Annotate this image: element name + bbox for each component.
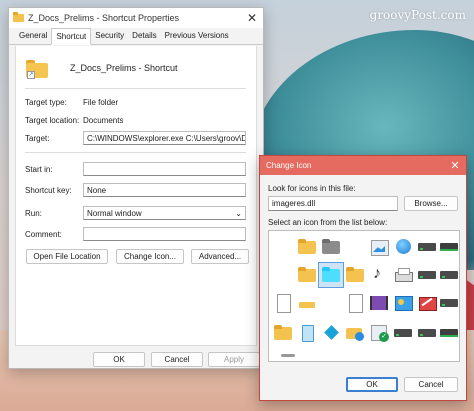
drive-icon[interactable] xyxy=(439,293,459,313)
run-label: Run: xyxy=(25,208,42,218)
drive-icon[interactable] xyxy=(417,237,437,257)
target-row: Target: C:\WINDOWS\explorer.exe C:\Users… xyxy=(25,130,246,146)
picture-icon[interactable] xyxy=(345,293,365,313)
shortcut-key-input[interactable]: None xyxy=(83,183,246,197)
target-location-row: Target location: Documents xyxy=(25,112,246,128)
network-folder-icon[interactable] xyxy=(345,323,365,343)
target-type-value: File folder xyxy=(83,97,119,107)
blocked-drive-icon[interactable] xyxy=(417,293,437,313)
change-icon-dialog: Change Icon ✕ Look for icons in this fil… xyxy=(259,155,467,401)
run-row: Run: Normal window ⌄ xyxy=(25,205,246,221)
tab-shortcut[interactable]: Shortcut xyxy=(51,28,92,45)
teal-folder-icon[interactable] xyxy=(318,262,344,288)
cancel-button[interactable]: Cancel xyxy=(151,352,203,367)
folder-icon xyxy=(321,265,341,285)
divider xyxy=(25,88,246,89)
close-icon[interactable]: ✕ xyxy=(444,159,466,172)
look-for-label: Look for icons in this file: xyxy=(268,184,356,193)
recycle-bin-icon[interactable] xyxy=(297,323,317,343)
blank-icon[interactable] xyxy=(273,265,293,285)
folder-icon[interactable] xyxy=(345,265,365,285)
comment-row: Comment: xyxy=(25,226,246,242)
apply-button[interactable]: Apply xyxy=(208,352,260,367)
tab-details[interactable]: Details xyxy=(128,28,160,44)
cancel-button[interactable]: Cancel xyxy=(404,377,458,392)
comment-label: Comment: xyxy=(25,229,62,239)
checked-window-icon[interactable] xyxy=(369,323,389,343)
shortcut-tab-panel: ↗ Z_Docs_Prelims - Shortcut Target type:… xyxy=(15,46,257,346)
start-in-input[interactable] xyxy=(83,162,246,176)
drive-icon[interactable] xyxy=(417,265,437,285)
divider xyxy=(25,152,246,153)
folder-icon xyxy=(13,12,24,22)
change-icon-button[interactable]: Change Icon... xyxy=(116,249,184,264)
ok-button[interactable]: OK xyxy=(93,352,145,367)
chevron-down-icon: ⌄ xyxy=(235,208,242,218)
shortcut-name: Z_Docs_Prelims - Shortcut xyxy=(70,63,178,73)
shortcut-properties-window: Z_Docs_Prelims - Shortcut Properties ✕ G… xyxy=(8,7,264,369)
green-drive-icon[interactable] xyxy=(439,237,459,257)
globe-monitor-icon[interactable] xyxy=(393,237,413,257)
run-select-value: Normal window xyxy=(87,208,142,218)
start-in-label: Start in: xyxy=(25,164,53,174)
run-select[interactable]: Normal window ⌄ xyxy=(83,206,246,220)
window-title: Z_Docs_Prelims - Shortcut Properties xyxy=(28,13,180,23)
shortcut-key-label: Shortcut key: xyxy=(25,185,72,195)
select-icon-label: Select an icon from the list below: xyxy=(268,218,388,227)
tab-previous-versions[interactable]: Previous Versions xyxy=(161,28,233,44)
drive-icon[interactable] xyxy=(417,323,437,343)
picture-frame-icon[interactable] xyxy=(369,237,389,257)
dialog-title-bar: Change Icon ✕ xyxy=(260,156,466,175)
ok-button[interactable]: OK xyxy=(346,377,398,392)
gray-folder-icon[interactable] xyxy=(321,237,341,257)
browse-button[interactable]: Browse... xyxy=(404,196,458,211)
folder-icon[interactable] xyxy=(273,323,293,343)
folder-icon[interactable] xyxy=(297,237,317,257)
video-icon[interactable] xyxy=(369,293,389,313)
music-icon[interactable] xyxy=(369,265,389,285)
control-panel-icon[interactable] xyxy=(393,293,413,313)
tab-general[interactable]: General xyxy=(15,28,51,44)
target-type-label: Target type: xyxy=(25,97,67,107)
target-location-label: Target location: xyxy=(25,115,80,125)
drive-icon[interactable] xyxy=(439,265,459,285)
target-type-row: Target type: File folder xyxy=(25,94,246,110)
printer-icon[interactable] xyxy=(393,265,413,285)
start-in-row: Start in: xyxy=(25,161,246,177)
watermark: groovyPost.com xyxy=(369,8,466,22)
target-label: Target: xyxy=(25,133,50,143)
blank-icon[interactable] xyxy=(273,237,293,257)
comment-input[interactable] xyxy=(83,227,246,241)
open-file-location-button[interactable]: Open File Location xyxy=(26,249,108,264)
dialog-title: Change Icon xyxy=(266,161,312,170)
folder-icon[interactable] xyxy=(297,265,317,285)
tab-security[interactable]: Security xyxy=(91,28,128,44)
tab-strip: General Shortcut Security Details Previo… xyxy=(9,28,263,45)
close-icon[interactable]: ✕ xyxy=(241,11,263,25)
tray-icon[interactable] xyxy=(297,293,317,313)
advanced-button[interactable]: Advanced... xyxy=(191,249,249,264)
target-input[interactable]: C:\WINDOWS\explorer.exe C:\Users\groov\D… xyxy=(83,131,246,145)
icon-list[interactable] xyxy=(268,230,460,362)
horizontal-scrollbar[interactable] xyxy=(281,354,295,357)
icon-file-input[interactable]: imageres.dll xyxy=(268,196,398,211)
shortcut-key-row: Shortcut key: None xyxy=(25,182,246,198)
green-drive-icon[interactable] xyxy=(439,323,459,343)
target-location-value: Documents xyxy=(83,115,124,125)
document-icon[interactable] xyxy=(273,293,293,313)
blank-icon[interactable] xyxy=(321,293,341,313)
title-bar: Z_Docs_Prelims - Shortcut Properties ✕ xyxy=(9,8,263,28)
cube-icon[interactable] xyxy=(321,323,341,343)
shortcut-folder-icon: ↗ xyxy=(26,58,48,80)
drive-icon[interactable] xyxy=(393,323,413,343)
